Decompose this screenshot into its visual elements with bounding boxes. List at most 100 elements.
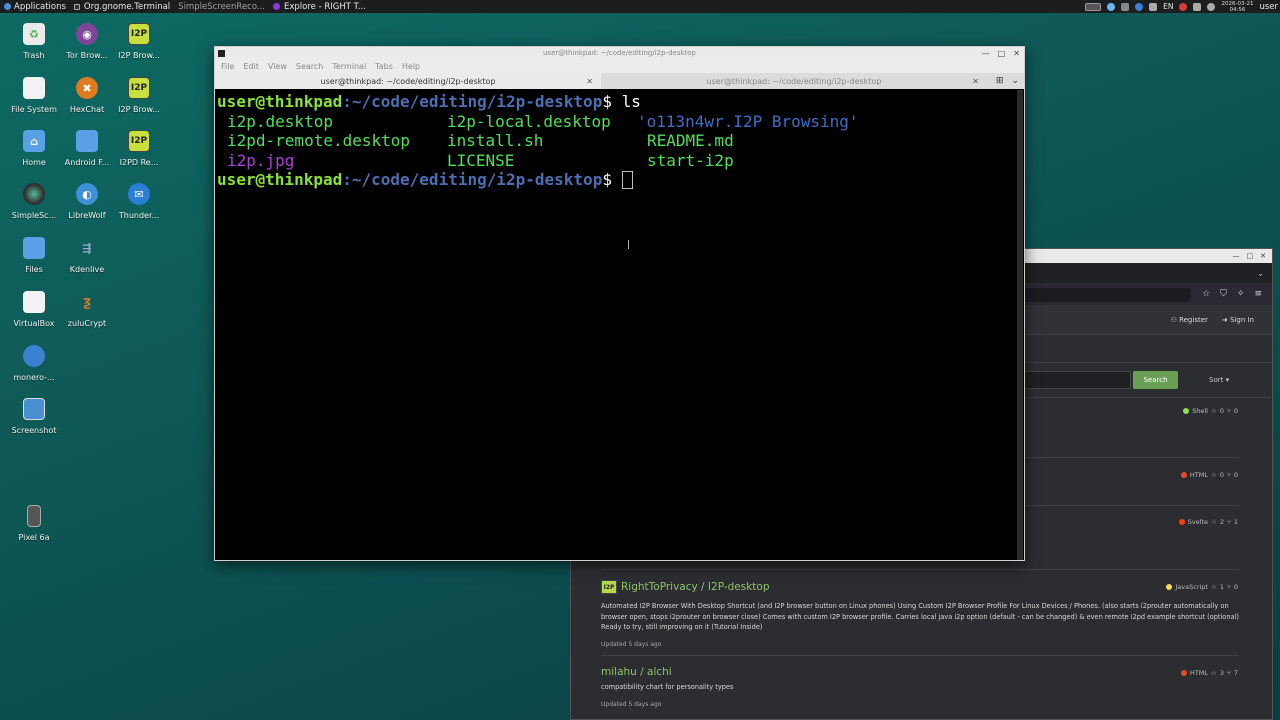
star-icon: ☆ bbox=[1210, 407, 1217, 415]
minimize-icon[interactable]: — bbox=[982, 47, 990, 60]
new-tab-icon[interactable]: ⊞ bbox=[996, 76, 1004, 86]
desktop-icon-home[interactable]: ⌂ Home bbox=[6, 130, 62, 167]
divider bbox=[601, 569, 1239, 570]
search-button[interactable]: Search bbox=[1133, 371, 1178, 389]
prompt-path: :~/code/editing/i2p-desktop bbox=[342, 170, 603, 189]
terminal-scrollbar[interactable] bbox=[1017, 90, 1023, 560]
desktop-icon-virtualbox[interactable]: VirtualBox bbox=[6, 291, 62, 328]
close-tab-icon[interactable]: ✕ bbox=[586, 77, 593, 86]
task-screenrecorder[interactable]: SimpleScreenReco... bbox=[174, 0, 269, 13]
desktop-icon-label: Pixel 6a bbox=[18, 533, 50, 542]
terminal-window: user@thinkpad: ~/code/editing/i2p-deskto… bbox=[214, 46, 1025, 561]
desktop-icon-thunderbird[interactable]: ✉ Thunder... bbox=[111, 183, 167, 220]
language-label: Svelte bbox=[1187, 518, 1208, 526]
user-menu[interactable]: user bbox=[1259, 2, 1278, 12]
close-tab-icon[interactable]: ✕ bbox=[972, 77, 979, 86]
desktop-icon-i2pd-remote[interactable]: I2P I2PD Re... bbox=[111, 130, 167, 167]
kdenlive-icon: ⇶ bbox=[82, 241, 92, 255]
network-icon[interactable] bbox=[1107, 2, 1116, 11]
close-icon[interactable]: ✕ bbox=[1260, 252, 1266, 260]
keyboard-icon[interactable] bbox=[1149, 2, 1158, 11]
desktop-icon-android-file[interactable]: Android F... bbox=[59, 130, 115, 167]
menu-search[interactable]: Search bbox=[296, 62, 323, 71]
shield-icon[interactable]: ⛉ bbox=[1220, 289, 1227, 299]
extensions-icon[interactable]: ✧ bbox=[1237, 289, 1245, 299]
task-browser[interactable]: Explore - RIGHT T... bbox=[269, 0, 370, 13]
desktop-icon-label: zuluCrypt bbox=[67, 319, 107, 328]
tab-list-chevron-icon[interactable]: ⌄ bbox=[1257, 269, 1264, 278]
bookmark-star-icon[interactable]: ☆ bbox=[1202, 289, 1210, 299]
applications-menu[interactable]: Applications bbox=[0, 0, 70, 13]
menu-icon[interactable]: ≡ bbox=[1254, 289, 1262, 299]
screen-icon[interactable] bbox=[1085, 2, 1102, 11]
desktop-icon-i2p-browser-1[interactable]: I2P I2P Brow... bbox=[111, 23, 167, 60]
terminal-titlebar[interactable]: user@thinkpad: ~/code/editing/i2p-deskto… bbox=[215, 47, 1024, 60]
notification-icon[interactable] bbox=[1207, 2, 1216, 11]
ls-entry: i2p.desktop bbox=[227, 111, 333, 131]
bluetooth-icon[interactable] bbox=[1135, 2, 1144, 11]
ls-entry: LICENSE bbox=[447, 150, 515, 170]
menu-view[interactable]: View bbox=[268, 62, 287, 71]
maximize-icon[interactable]: □ bbox=[1247, 252, 1254, 260]
menu-tabs[interactable]: Tabs bbox=[375, 62, 393, 71]
language-indicator[interactable]: EN bbox=[1163, 2, 1173, 11]
language-label: JavaScript bbox=[1175, 583, 1208, 591]
fork-icon: ⑂ bbox=[1226, 518, 1231, 526]
terminal-tab-2[interactable]: user@thinkpad: ~/code/editing/i2p-deskto… bbox=[601, 73, 987, 89]
sign-in-link[interactable]: ➜ Sign In bbox=[1222, 316, 1254, 324]
desktop-icon-simplescreenrecorder[interactable]: SimpleSc... bbox=[6, 183, 62, 220]
clock[interactable]: 2026-03-21 04:56 bbox=[1221, 1, 1253, 13]
i2p-icon: I2P bbox=[128, 77, 150, 99]
task-terminal[interactable]: Org.gnome.Terminal bbox=[70, 0, 174, 13]
desktop-icon-hexchat[interactable]: ✖ HexChat bbox=[59, 77, 115, 114]
android-folder-icon bbox=[76, 130, 98, 152]
maximize-icon[interactable]: □ bbox=[998, 47, 1006, 60]
applications-label: Applications bbox=[14, 1, 66, 12]
repo-title-link[interactable]: milahu / alchi bbox=[601, 666, 1241, 678]
star-icon: ☆ bbox=[1210, 471, 1217, 479]
desktop-icon-librewolf[interactable]: ◐ LibreWolf bbox=[59, 183, 115, 220]
minimize-icon[interactable]: — bbox=[1233, 252, 1240, 260]
terminal-menubar: File Edit View Search Terminal Tabs Help bbox=[215, 60, 1024, 73]
desktop-icon-trash[interactable]: ♻ Trash bbox=[6, 23, 62, 60]
desktop-icon-label: Thunder... bbox=[118, 211, 160, 220]
desktop-icon-zulucrypt[interactable]: ƺ zuluCrypt bbox=[59, 291, 115, 328]
desktop-icon-i2p-browser-2[interactable]: I2P I2P Brow... bbox=[111, 77, 167, 114]
menu-file[interactable]: File bbox=[221, 62, 234, 71]
desktop-icon-file-system[interactable]: File System bbox=[6, 77, 62, 114]
phone-icon bbox=[27, 505, 41, 527]
volume-icon[interactable] bbox=[1193, 2, 1202, 11]
desktop-icon-pixel-6a[interactable]: Pixel 6a bbox=[6, 505, 62, 542]
menu-help[interactable]: Help bbox=[402, 62, 420, 71]
menu-edit[interactable]: Edit bbox=[243, 62, 259, 71]
repo-title-link[interactable]: I2P RightToPrivacy / I2P-desktop bbox=[601, 580, 1241, 594]
desktop-icon-label: HexChat bbox=[69, 105, 105, 114]
star-count: 0 bbox=[1219, 471, 1224, 479]
apps-icon bbox=[4, 3, 11, 10]
repo-updated: Updated 5 days ago bbox=[601, 640, 662, 648]
desktop-icon-files[interactable]: Files bbox=[6, 237, 62, 274]
desktop-icon-tor-browser[interactable]: ◉ Tor Brow... bbox=[59, 23, 115, 60]
desktop-icon-label: Home bbox=[22, 158, 46, 167]
desktop-icon-monero[interactable]: monero-... bbox=[6, 345, 62, 382]
desktop-icon-label: Tor Brow... bbox=[66, 51, 108, 60]
mic-muted-icon[interactable] bbox=[1179, 2, 1188, 11]
desktop-icon-label: Files bbox=[25, 265, 43, 274]
terminal-tab-1[interactable]: user@thinkpad: ~/code/editing/i2p-deskto… bbox=[215, 73, 601, 89]
sort-dropdown[interactable]: Sort ▾ bbox=[1209, 376, 1229, 384]
close-icon[interactable]: ✕ bbox=[1013, 47, 1020, 60]
desktop-icon-screenshot[interactable]: Screenshot bbox=[6, 398, 62, 435]
signal-icon[interactable] bbox=[1121, 2, 1130, 11]
register-link[interactable]: ⚇ Register bbox=[1171, 316, 1208, 324]
desktop-icon-label: SimpleSc... bbox=[11, 211, 57, 220]
repo-meta: HTML ☆ 0 ⑂ 0 bbox=[1180, 471, 1238, 479]
task-label: Org.gnome.Terminal bbox=[83, 1, 171, 12]
task-label: Explore - RIGHT T... bbox=[284, 1, 366, 12]
terminal-output[interactable]: user@thinkpad:~/code/editing/i2p-desktop… bbox=[215, 90, 1018, 560]
desktop-icon-kdenlive[interactable]: ⇶ Kdenlive bbox=[59, 237, 115, 275]
terminal-app-icon bbox=[218, 50, 225, 57]
fork-icon: ⑂ bbox=[1226, 471, 1231, 479]
tab-list-chevron-icon[interactable]: ⌄ bbox=[1011, 76, 1019, 86]
menu-terminal[interactable]: Terminal bbox=[332, 62, 366, 71]
desktop-icon-label: I2PD Re... bbox=[119, 158, 159, 167]
